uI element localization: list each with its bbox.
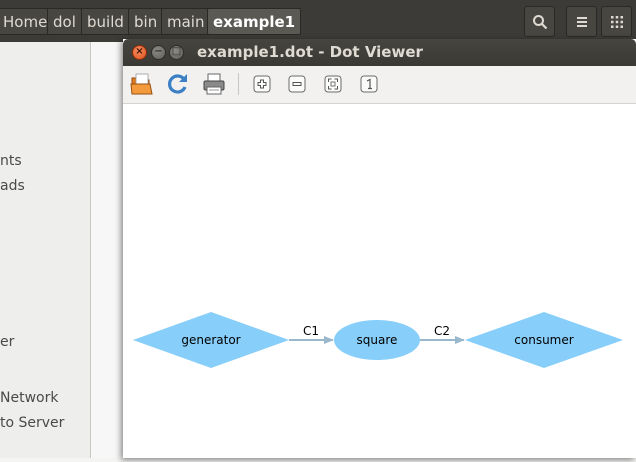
close-icon: ×	[135, 46, 144, 57]
breadcrumb-main[interactable]: main	[161, 8, 211, 35]
graph-canvas[interactable]: C1 C2 generator square consumer	[123, 104, 636, 458]
file-manager-header: Home dol build bin main example1	[0, 0, 636, 42]
file-manager-sidebar: nts ads er Network to Server	[0, 42, 90, 458]
minimize-icon: −	[154, 46, 163, 57]
breadcrumb-build[interactable]: build	[81, 8, 130, 35]
zoom-out-icon[interactable]	[285, 71, 309, 97]
search-button[interactable]	[524, 6, 555, 37]
zoom-fit-icon[interactable]	[321, 71, 345, 97]
toolbar-separator	[238, 73, 239, 95]
graph-svg: C1 C2 generator square consumer	[133, 312, 623, 368]
sidebar-item-documents[interactable]: nts	[0, 153, 22, 169]
breadcrumb-bin[interactable]: bin	[128, 8, 164, 35]
node-label-generator: generator	[181, 333, 240, 347]
open-icon[interactable]	[129, 71, 155, 97]
hamburger-menu-icon	[577, 17, 587, 27]
dot-viewer-window: × − □ example1.dot - Dot Viewer C1 C2 ge…	[123, 39, 636, 458]
node-label-square: square	[357, 333, 398, 347]
zoom-100-icon[interactable]	[357, 71, 381, 97]
maximize-button[interactable]: □	[169, 45, 184, 60]
sidebar-item-computer[interactable]: er	[0, 334, 14, 350]
print-icon[interactable]	[201, 71, 227, 97]
view-toggle-button[interactable]	[601, 6, 632, 37]
viewer-toolbar	[123, 66, 636, 104]
edge-label-c1: C1	[303, 324, 319, 338]
breadcrumb-dol[interactable]: dol	[47, 8, 82, 35]
window-title: example1.dot - Dot Viewer	[197, 43, 423, 61]
breadcrumb-home[interactable]: Home	[0, 8, 54, 35]
minimize-button[interactable]: −	[151, 45, 166, 60]
reload-icon[interactable]	[165, 71, 191, 97]
search-icon	[533, 15, 548, 30]
menu-button[interactable]	[566, 6, 597, 37]
grid-view-icon	[611, 16, 623, 28]
close-button[interactable]: ×	[132, 45, 147, 60]
node-label-consumer: consumer	[514, 333, 573, 347]
sidebar-item-network[interactable]: Network	[0, 390, 58, 406]
edge-label-c2: C2	[434, 324, 450, 338]
zoom-in-icon[interactable]	[250, 71, 274, 97]
sidebar-item-downloads[interactable]: ads	[0, 178, 25, 194]
maximize-icon: □	[171, 46, 182, 57]
breadcrumb-example1[interactable]: example1	[207, 8, 302, 35]
sidebar-item-connect-to-server[interactable]: to Server	[0, 415, 64, 431]
window-titlebar[interactable]: × − □ example1.dot - Dot Viewer	[123, 39, 636, 66]
